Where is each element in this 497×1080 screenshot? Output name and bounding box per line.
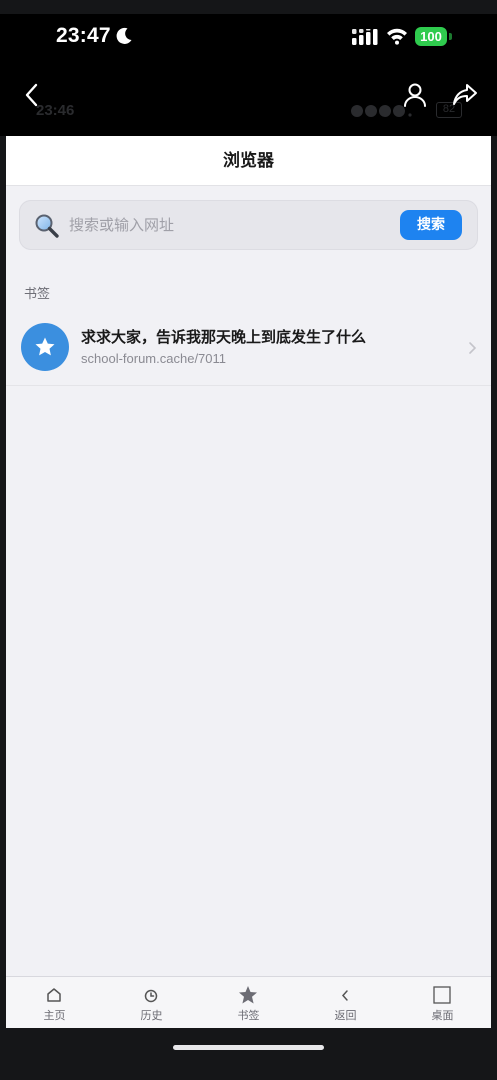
browser-panel: 浏览器 搜索 书签 求求大家，告诉我: [6, 136, 491, 1028]
phone-screen: 23:47 100 23:46 82 浏览器 搜索或输入网址 搜索 书签 求求大…: [0, 0, 497, 1080]
nav-label-history: 历史: [140, 1009, 163, 1022]
nav-item-back[interactable]: 返回: [297, 977, 394, 1028]
clock-icon: [144, 989, 158, 1003]
home-indicator[interactable]: [173, 1045, 324, 1050]
star-icon: [239, 986, 257, 1004]
nav-label-home: 主页: [43, 1009, 66, 1022]
user-icon[interactable]: [402, 82, 428, 108]
bookmark-item[interactable]: 求求大家，告诉我那天晚上到底发生了什么 school-forum.cache/7…: [6, 312, 491, 386]
bookmark-avatar: [21, 323, 69, 371]
nav-label-bookmarks: 书签: [237, 1009, 260, 1022]
cellular-signal-icon: [352, 29, 378, 45]
search-icon: [35, 214, 59, 238]
chevron-right-icon: [469, 342, 477, 354]
moon-icon: [116, 27, 132, 44]
nav-label-desktop: 桌面: [431, 1009, 454, 1022]
battery-indicator: 100: [415, 27, 447, 46]
page-title: 浏览器: [6, 136, 491, 186]
battery-tip: [449, 33, 452, 40]
back-icon[interactable]: [20, 82, 44, 108]
bookmark-url: school-forum.cache/7011: [81, 351, 227, 366]
bookmark-title: 求求大家，告诉我那天晚上到底发生了什么: [81, 328, 367, 346]
share-icon[interactable]: [452, 82, 478, 108]
nav-item-home[interactable]: 主页: [6, 977, 103, 1028]
nav-item-history[interactable]: 历史: [103, 977, 200, 1028]
search-input[interactable]: [69, 200, 389, 250]
bookmarks-section-label: 书签: [24, 287, 51, 302]
status-bar: 23:47 100: [0, 14, 497, 60]
search-bar[interactable]: 搜索: [19, 200, 478, 250]
nav-item-desktop[interactable]: 桌面: [394, 977, 491, 1028]
app-header: 23:46 82: [0, 60, 497, 136]
square-icon: [433, 986, 451, 1004]
nav-item-bookmarks[interactable]: 书签: [200, 977, 297, 1028]
search-button[interactable]: 搜索: [400, 210, 462, 240]
star-icon: [35, 337, 55, 356]
nav-label-back: 返回: [334, 1009, 357, 1022]
home-icon: [47, 988, 61, 1002]
wifi-icon: [387, 28, 407, 45]
bottom-nav: 主页 历史 书签 返回 桌面: [6, 976, 491, 1028]
status-time: 23:47: [56, 24, 111, 47]
chevron-left-icon: [341, 990, 348, 1001]
